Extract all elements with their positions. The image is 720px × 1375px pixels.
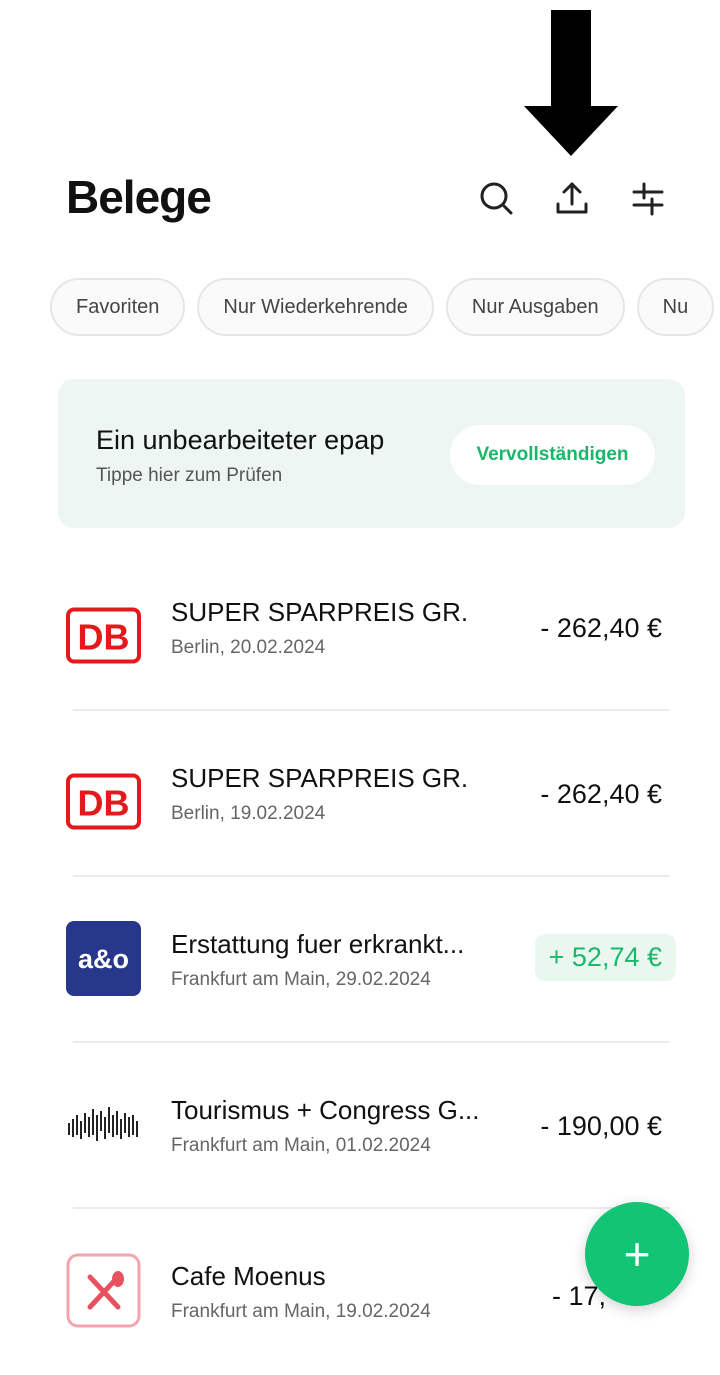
receipt-amount: - 190,00 €: [540, 1111, 662, 1141]
receipt-amount: - 262,40 €: [540, 779, 662, 809]
banner-title: Ein unbearbeiteter epap: [96, 425, 385, 455]
receipt-amount: - 262,40 €: [540, 613, 662, 643]
receipt-row[interactable]: DB SUPER SPARPREIS GR. Berlin, 19.02.202…: [0, 711, 720, 877]
receipt-subtitle: Frankfurt am Main, 29.02.2024: [171, 969, 431, 990]
receipt-subtitle: Frankfurt am Main, 01.02.2024: [171, 1135, 431, 1156]
receipt-title: SUPER SPARPREIS GR.: [171, 597, 469, 627]
unprocessed-banner[interactable]: Ein unbearbeiteter epap Tippe hier zum P…: [58, 379, 685, 528]
db-logo-icon: DB: [66, 773, 141, 830]
receipt-title: Tourismus + Congress G...: [171, 1095, 480, 1125]
page-title: Belege: [66, 171, 212, 223]
receipt-row[interactable]: a&o Erstattung fuer erkrankt... Frankfur…: [0, 877, 720, 1043]
add-receipt-button[interactable]: +: [585, 1202, 689, 1306]
search-icon[interactable]: [474, 176, 518, 220]
chip-favoriten[interactable]: Favoriten: [50, 278, 186, 336]
restaurant-icon: [66, 1253, 141, 1328]
receipt-title: Cafe Moenus: [171, 1261, 326, 1291]
annotation-arrow: [524, 10, 618, 156]
receipt-subtitle: Frankfurt am Main, 19.02.2024: [171, 1301, 431, 1322]
receipt-subtitle: Berlin, 19.02.2024: [171, 803, 326, 824]
svg-text:DB: DB: [78, 617, 130, 658]
waveform-logo-icon: [68, 1107, 138, 1141]
receipt-amount: + 52,74 €: [534, 934, 676, 981]
banner-subtitle: Tippe hier zum Prüfen: [96, 465, 283, 486]
receipt-row[interactable]: DB SUPER SPARPREIS GR. Berlin, 20.02.202…: [0, 545, 720, 711]
svg-text:DB: DB: [78, 783, 130, 824]
db-logo-icon: DB: [66, 607, 141, 664]
receipt-subtitle: Berlin, 20.02.2024: [171, 637, 326, 658]
chip-nur-ausgaben[interactable]: Nur Ausgaben: [445, 278, 625, 336]
chip-nu[interactable]: Nu: [636, 278, 715, 336]
receipt-title: SUPER SPARPREIS GR.: [171, 763, 469, 793]
ao-logo-icon: a&o: [66, 921, 141, 996]
chip-nur-wiederkehrende[interactable]: Nur Wiederkehrende: [197, 278, 434, 336]
receipt-title: Erstattung fuer erkrankt...: [171, 929, 465, 959]
svg-text:a&o: a&o: [78, 944, 129, 974]
receipt-row[interactable]: Tourismus + Congress G... Frankfurt am M…: [0, 1043, 720, 1209]
complete-button[interactable]: Vervollständigen: [450, 425, 655, 485]
upload-icon[interactable]: [550, 176, 594, 220]
filter-icon[interactable]: [626, 176, 670, 220]
filter-chips: Favoriten Nur Wiederkehrende Nur Ausgabe…: [50, 278, 715, 336]
